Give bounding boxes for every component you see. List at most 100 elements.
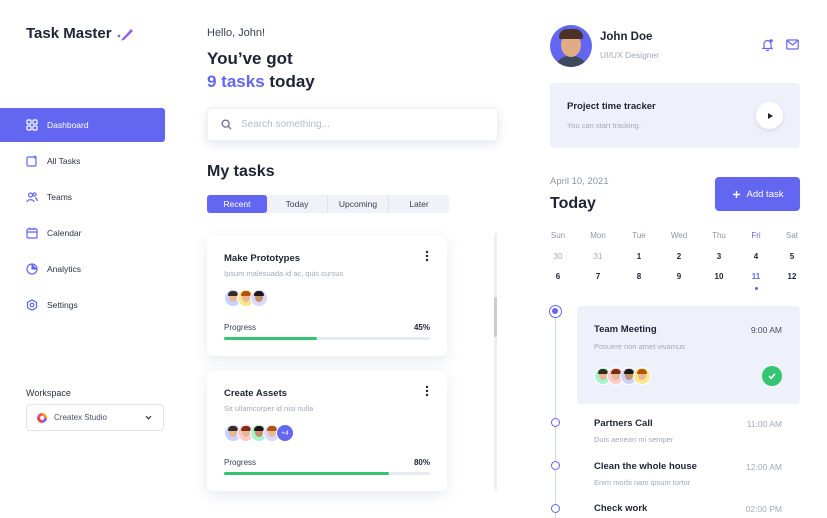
progress-label: Progress	[224, 458, 257, 467]
date-cell[interactable]: 10	[704, 272, 734, 284]
date-cell[interactable]: 6	[543, 272, 573, 284]
progress-fill	[224, 337, 317, 340]
date-cell[interactable]: 30	[543, 252, 573, 264]
completed-check-icon[interactable]	[762, 366, 782, 386]
date-cell[interactable]: 4	[741, 252, 771, 264]
brand-logo[interactable]: Task Master	[26, 25, 134, 42]
date-cell[interactable]: 2	[664, 252, 694, 264]
task-card[interactable]: Make Prototypes Ipsum malesuada id ac, q…	[207, 236, 447, 356]
sidebar-item-label: Teams	[47, 192, 73, 202]
tab-upcoming[interactable]: Upcoming	[328, 195, 388, 213]
calendar-day-wed[interactable]: Wed 2 9	[664, 231, 694, 284]
sidebar-item-dashboard[interactable]: Dashboard	[0, 108, 165, 142]
schedule-heading: Today	[550, 195, 596, 212]
tab-recent[interactable]: Recent	[207, 195, 267, 213]
event-time: 12:00 AM	[746, 462, 782, 472]
sidebar-item-calendar[interactable]: Calendar	[0, 216, 165, 250]
date-cell[interactable]: 8	[624, 272, 654, 284]
date-cell[interactable]: 3	[704, 252, 734, 264]
headline: You’ve got 9 tasks today	[207, 47, 315, 93]
progress-value: 80%	[413, 458, 430, 467]
event-item[interactable]: Partners Call 11:00 AM Duis aenean mi se…	[594, 418, 800, 444]
workspace-logo-icon	[37, 412, 47, 423]
date-cell[interactable]: 31	[583, 252, 613, 264]
tab-today[interactable]: Today	[267, 195, 327, 213]
progress-fill	[224, 472, 389, 475]
task-list-scrollbar[interactable]	[494, 233, 497, 491]
timeline-node-active	[549, 305, 562, 318]
event-description: Duis aenean mi semper	[594, 435, 674, 444]
bell-icon[interactable]	[761, 38, 774, 51]
event-card-active[interactable]: Team Meeting 9:00 AM Posuere non amet vi…	[577, 306, 800, 404]
task-card[interactable]: Create Assets Sit ullamcorper id nisi nu…	[207, 371, 447, 491]
date-cell[interactable]: 12	[777, 272, 807, 284]
mail-icon[interactable]	[786, 39, 799, 50]
plus-icon	[732, 190, 740, 198]
more-vertical-icon[interactable]	[425, 250, 429, 262]
calendar-day-sat[interactable]: Sat 5 12	[777, 231, 807, 284]
sidebar-item-analytics[interactable]: Analytics	[0, 252, 165, 286]
time-tracker-card: Project time tracker You can start track…	[550, 83, 800, 148]
search-input[interactable]	[241, 119, 471, 130]
tab-later[interactable]: Later	[389, 195, 449, 213]
event-item[interactable]: Check work 02:00 PM	[594, 503, 800, 514]
event-time: 9:00 AM	[750, 325, 782, 335]
workspace-select[interactable]: Createx Studio	[26, 404, 164, 431]
progress-bar	[224, 472, 430, 475]
pen-icon	[117, 28, 133, 40]
timeline-node	[551, 418, 560, 427]
scrollbar-thumb[interactable]	[494, 297, 497, 337]
more-members-badge[interactable]: +4	[276, 424, 294, 442]
event-item[interactable]: Clean the whole house 12:00 AM Enim morb…	[594, 461, 800, 487]
date-cell[interactable]: 1	[624, 252, 654, 264]
profile-role: UI/UX Designer	[600, 50, 660, 60]
more-vertical-icon[interactable]	[425, 385, 429, 397]
grid-icon	[26, 119, 38, 131]
tracker-title: Project time tracker	[567, 101, 656, 112]
calendar-day-sun[interactable]: Sun 30 6	[543, 231, 573, 284]
tasks-icon	[26, 155, 37, 167]
calendar-day-tue[interactable]: Tue 1 8	[624, 231, 654, 284]
profile-name: John Doe	[600, 31, 653, 43]
profile-avatar[interactable]	[550, 25, 592, 67]
avatar	[633, 367, 651, 385]
sidebar-nav: Dashboard All Tasks Teams Calendar Analy…	[0, 108, 165, 324]
play-icon	[767, 112, 773, 119]
selected-date-indicator	[754, 287, 758, 290]
calendar-icon	[26, 227, 38, 239]
workspace-value: Createx Studio	[54, 413, 107, 422]
headline-suffix: today	[264, 72, 315, 91]
calendar-day-fri[interactable]: Fri 4 11	[741, 231, 771, 290]
event-time: 02:00 PM	[745, 504, 782, 514]
date-cell[interactable]: 7	[583, 272, 613, 284]
headline-line2: 9 tasks today	[207, 70, 315, 93]
progress-bar	[224, 337, 430, 340]
task-count: 9 tasks	[207, 72, 265, 91]
task-members	[224, 289, 268, 307]
sidebar-item-settings[interactable]: Settings	[0, 288, 165, 322]
sidebar-item-teams[interactable]: Teams	[0, 180, 165, 214]
task-title: Make Prototypes	[224, 253, 301, 264]
search-bar[interactable]	[207, 108, 498, 141]
event-description: Posuere non amet vivamus	[594, 342, 685, 351]
calendar-day-mon[interactable]: Mon 31 7	[583, 231, 613, 284]
greeting: Hello, John!	[207, 27, 266, 39]
weekday-label: Mon	[590, 231, 606, 240]
brand-name: Task Master	[26, 25, 112, 42]
sidebar-item-label: Dashboard	[47, 120, 89, 130]
sidebar-item-all-tasks[interactable]: All Tasks	[0, 144, 165, 178]
event-description: Enim morbi nam ipsum tortor	[594, 478, 691, 487]
play-button[interactable]	[756, 102, 783, 129]
selected-date-cell[interactable]: 11	[741, 272, 771, 284]
tracker-subtitle: You can start tracking.	[567, 121, 641, 130]
progress-label: Progress	[224, 323, 257, 332]
date-cell[interactable]: 5	[777, 252, 807, 264]
users-icon	[26, 192, 38, 203]
chevron-down-icon	[145, 415, 152, 420]
add-task-button[interactable]: Add task	[715, 177, 800, 211]
date-cell[interactable]: 9	[664, 272, 694, 284]
calendar-day-thu[interactable]: Thu 3 10	[704, 231, 734, 284]
workspace-label: Workspace	[26, 388, 71, 398]
event-title: Team Meeting	[594, 324, 657, 335]
weekday-label: Sun	[550, 231, 566, 240]
